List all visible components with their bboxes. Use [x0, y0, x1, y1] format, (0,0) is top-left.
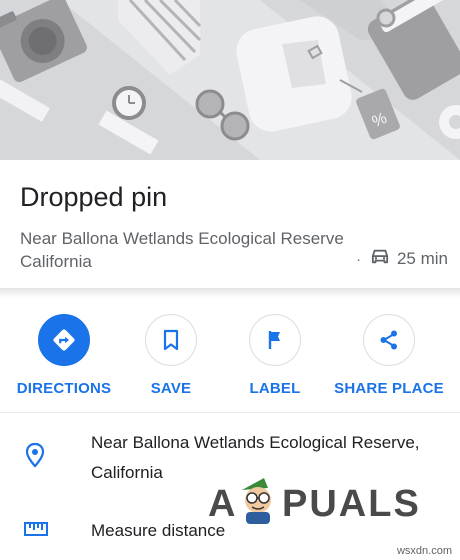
directions-button[interactable]: DIRECTIONS [4, 314, 124, 397]
camera-icon [0, 0, 87, 83]
share-place-button[interactable]: SHARE PLACE [329, 314, 449, 397]
bookmark-icon [145, 314, 197, 366]
svg-text:PUALS: PUALS [282, 483, 420, 525]
appuals-watermark-logo: A PUALS [208, 474, 420, 526]
separator-dot: · [356, 251, 361, 267]
action-bar-divider [0, 412, 460, 413]
share-icon [363, 314, 415, 366]
gear-icon [439, 105, 460, 139]
watch-icon [98, 86, 159, 155]
drive-time-text: 25 min [396, 249, 448, 268]
shirt-tile-icon [236, 16, 352, 132]
drive-time[interactable]: · 25 min [356, 248, 448, 270]
hero-illustration: % [0, 0, 460, 160]
car-icon [369, 248, 391, 271]
ruler-icon [24, 522, 48, 541]
place-title: Dropped pin [20, 182, 168, 212]
location-pin-icon [24, 442, 46, 473]
source-watermark: wsxdn.com [396, 545, 452, 557]
section-divider [0, 288, 460, 298]
save-button[interactable]: SAVE [111, 314, 231, 397]
label-label: LABEL [249, 380, 301, 397]
directions-icon [38, 314, 90, 366]
place-header: Dropped pin Near Ballona Wetlands Ecolog… [0, 160, 460, 288]
label-button[interactable]: LABEL [215, 314, 335, 397]
directions-label: DIRECTIONS [16, 380, 112, 397]
svg-text:A: A [208, 483, 236, 525]
share-place-label: SHARE PLACE [334, 380, 444, 397]
cooking-pot-icon [367, 0, 460, 100]
place-hero-image[interactable]: % [0, 0, 460, 160]
save-label: SAVE [150, 380, 192, 397]
flag-icon [249, 314, 301, 366]
place-subtitle: Near Ballona Wetlands Ecological Reserve… [20, 229, 344, 271]
action-bar: DIRECTIONS SAVE LABEL SHARE PLACE [0, 300, 460, 412]
